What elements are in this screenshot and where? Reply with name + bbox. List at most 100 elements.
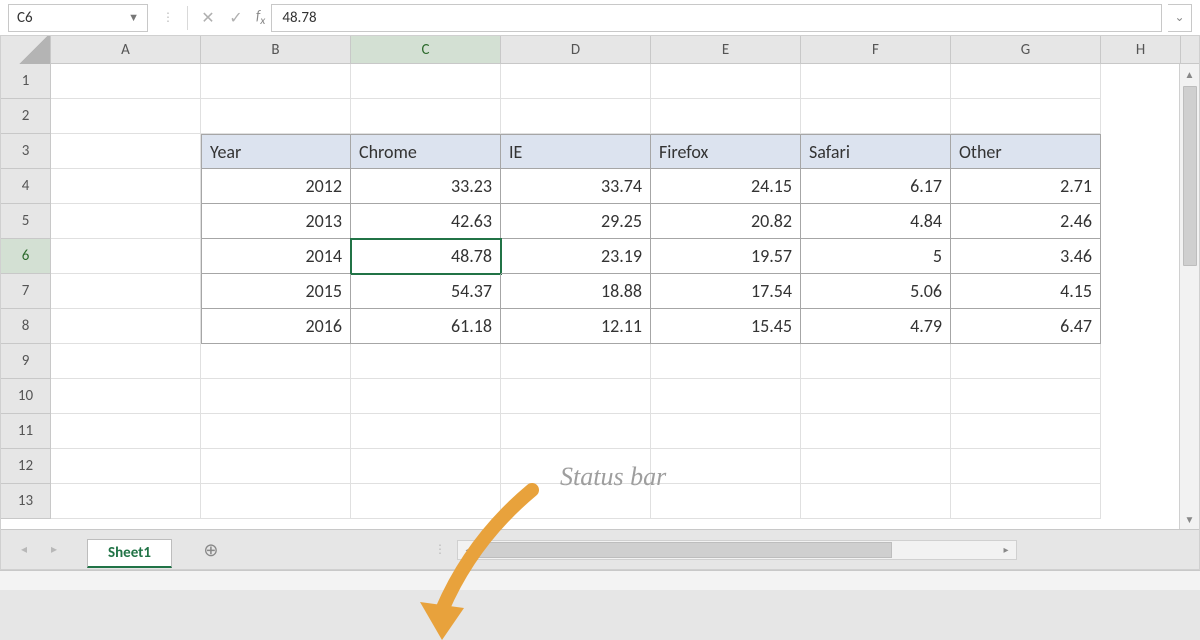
cell[interactable] — [51, 64, 201, 99]
add-sheet-icon[interactable]: ⊕ — [198, 537, 224, 563]
cell[interactable] — [201, 64, 351, 99]
table-cell[interactable]: 4.79 — [801, 309, 951, 344]
cell[interactable] — [951, 99, 1101, 134]
cell[interactable] — [51, 239, 201, 274]
table-cell[interactable]: 6.17 — [801, 169, 951, 204]
table-cell[interactable]: 4.84 — [801, 204, 951, 239]
cell[interactable] — [351, 449, 501, 484]
cell[interactable] — [201, 379, 351, 414]
cell[interactable] — [51, 134, 201, 169]
row-header[interactable]: 13 — [1, 484, 51, 519]
row-header[interactable]: 8 — [1, 309, 51, 344]
cell[interactable] — [801, 414, 951, 449]
row-header[interactable]: 12 — [1, 449, 51, 484]
row-header[interactable]: 10 — [1, 379, 51, 414]
cell[interactable] — [651, 484, 801, 519]
scroll-thumb[interactable] — [1183, 86, 1197, 266]
column-header[interactable]: A — [51, 36, 201, 63]
column-header[interactable]: E — [651, 36, 801, 63]
sheet-tab[interactable]: Sheet1 — [87, 539, 172, 568]
table-cell[interactable]: 2014 — [201, 239, 351, 274]
cell[interactable] — [801, 449, 951, 484]
cell[interactable] — [51, 449, 201, 484]
cell[interactable] — [951, 414, 1101, 449]
cell[interactable] — [501, 379, 651, 414]
name-box[interactable]: C6 ▼ — [8, 4, 148, 32]
table-cell[interactable]: 33.23 — [351, 169, 501, 204]
table-cell[interactable]: 17.54 — [651, 274, 801, 309]
cell[interactable] — [651, 99, 801, 134]
table-cell[interactable]: 29.25 — [501, 204, 651, 239]
cell[interactable] — [651, 414, 801, 449]
row-header[interactable]: 6 — [1, 239, 51, 274]
scroll-right-icon[interactable]: ▸ — [996, 543, 1016, 556]
cell[interactable] — [51, 309, 201, 344]
table-cell[interactable]: 6.47 — [951, 309, 1101, 344]
row-header[interactable]: 2 — [1, 99, 51, 134]
table-cell[interactable]: 2.46 — [951, 204, 1101, 239]
row-header[interactable]: 1 — [1, 64, 51, 99]
cell[interactable] — [951, 449, 1101, 484]
cell[interactable] — [51, 274, 201, 309]
row-header[interactable]: 9 — [1, 344, 51, 379]
cell[interactable] — [201, 484, 351, 519]
scroll-thumb[interactable] — [478, 542, 892, 558]
table-cell[interactable]: 20.82 — [651, 204, 801, 239]
table-cell[interactable]: 2015 — [201, 274, 351, 309]
cell[interactable] — [351, 484, 501, 519]
fx-icon[interactable]: fx — [250, 7, 271, 28]
cell[interactable] — [501, 344, 651, 379]
cell[interactable] — [951, 484, 1101, 519]
row-header[interactable]: 11 — [1, 414, 51, 449]
select-all-corner[interactable] — [1, 36, 51, 64]
table-header-cell[interactable]: Other — [951, 134, 1101, 169]
scroll-up-icon[interactable]: ▲ — [1180, 64, 1199, 84]
enter-icon[interactable]: ✓ — [222, 4, 250, 32]
column-header[interactable]: D — [501, 36, 651, 63]
cell[interactable] — [801, 64, 951, 99]
selected-cell[interactable]: 48.78 — [351, 239, 501, 274]
cell[interactable] — [51, 414, 201, 449]
row-header[interactable]: 5 — [1, 204, 51, 239]
table-header-cell[interactable]: Chrome — [351, 134, 501, 169]
scroll-down-icon[interactable]: ▼ — [1180, 509, 1199, 529]
table-cell[interactable]: 33.74 — [501, 169, 651, 204]
table-cell[interactable]: 24.15 — [651, 169, 801, 204]
tab-next-icon[interactable]: ▸ — [43, 539, 65, 561]
table-cell[interactable]: 2016 — [201, 309, 351, 344]
table-cell[interactable]: 18.88 — [501, 274, 651, 309]
cell[interactable] — [951, 379, 1101, 414]
table-cell[interactable]: 23.19 — [501, 239, 651, 274]
cell[interactable] — [51, 204, 201, 239]
expand-formula-bar-icon[interactable]: ⌄ — [1168, 4, 1192, 32]
cell[interactable] — [201, 99, 351, 134]
cell[interactable] — [651, 449, 801, 484]
cell[interactable] — [651, 379, 801, 414]
table-header-cell[interactable]: IE — [501, 134, 651, 169]
cell[interactable] — [501, 99, 651, 134]
cell[interactable] — [51, 379, 201, 414]
cell[interactable] — [351, 99, 501, 134]
table-cell[interactable]: 54.37 — [351, 274, 501, 309]
scroll-left-icon[interactable]: ◂ — [458, 543, 478, 556]
chevron-down-icon[interactable]: ▼ — [128, 11, 139, 24]
column-header[interactable]: C — [351, 36, 501, 63]
cell[interactable] — [651, 64, 801, 99]
column-header[interactable]: H — [1101, 36, 1181, 63]
cell[interactable] — [951, 64, 1101, 99]
row-header[interactable]: 3 — [1, 134, 51, 169]
cell[interactable] — [651, 344, 801, 379]
formula-input[interactable]: 48.78 — [271, 4, 1162, 32]
cell[interactable] — [51, 99, 201, 134]
table-header-cell[interactable]: Year — [201, 134, 351, 169]
cell[interactable] — [951, 344, 1101, 379]
column-header[interactable]: B — [201, 36, 351, 63]
table-cell[interactable]: 2012 — [201, 169, 351, 204]
table-cell[interactable]: 2013 — [201, 204, 351, 239]
horizontal-scrollbar[interactable]: ◂ ▸ — [457, 540, 1017, 560]
cell[interactable] — [501, 64, 651, 99]
cancel-icon[interactable]: ✕ — [194, 4, 222, 32]
cell[interactable] — [351, 64, 501, 99]
table-cell[interactable]: 5.06 — [801, 274, 951, 309]
cell[interactable] — [201, 344, 351, 379]
